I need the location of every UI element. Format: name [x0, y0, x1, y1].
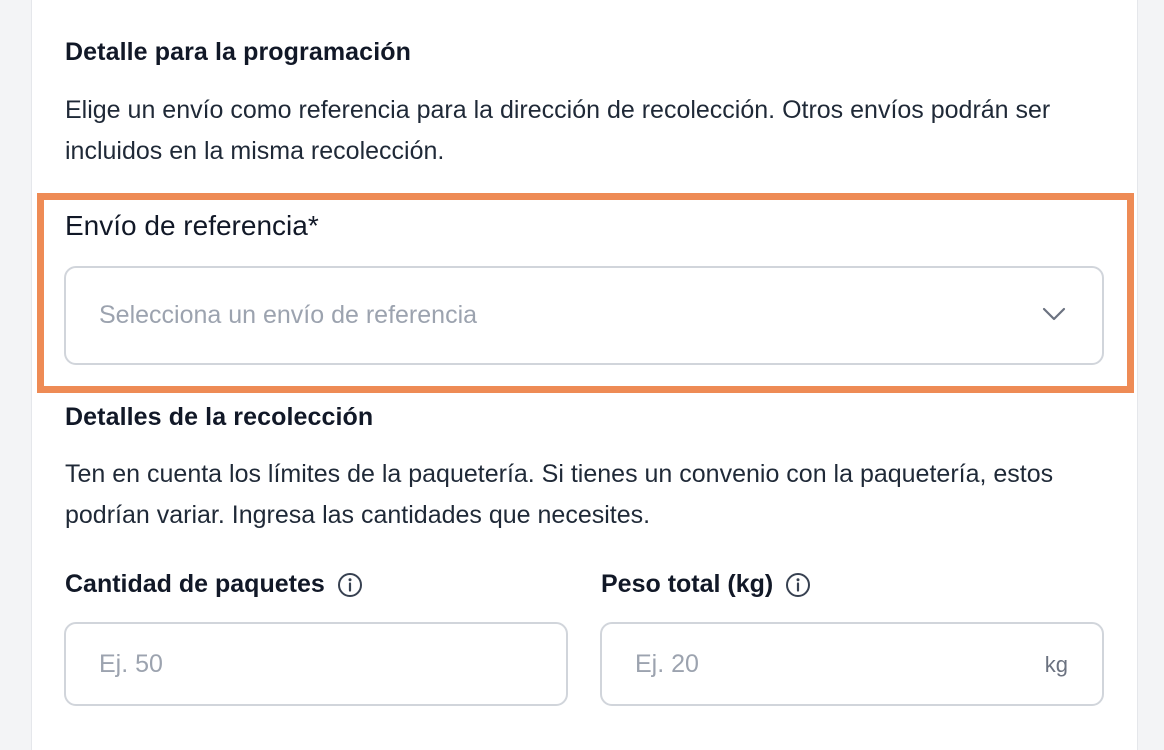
info-icon[interactable]	[785, 572, 811, 598]
total-weight-input[interactable]: Ej. 20 kg	[600, 622, 1104, 706]
package-count-input[interactable]: Ej. 50	[64, 622, 568, 706]
reference-shipment-select[interactable]: Selecciona un envío de referencia	[64, 266, 1104, 365]
total-weight-label: Peso total (kg)	[601, 570, 774, 598]
total-weight-label-row: Peso total (kg)	[601, 570, 811, 599]
package-count-label-row: Cantidad de paquetes	[65, 570, 363, 599]
info-icon[interactable]	[337, 572, 363, 598]
reference-shipment-label: Envío de referencia*	[65, 210, 319, 241]
package-count-label: Cantidad de paquetes	[65, 570, 325, 598]
schedule-section-description: Elige un envío como referencia para la d…	[65, 96, 1051, 165]
package-count-placeholder: Ej. 50	[99, 649, 163, 678]
chevron-down-icon	[1042, 307, 1066, 321]
weight-unit-suffix: kg	[1044, 652, 1068, 677]
reference-shipment-placeholder: Selecciona un envío de referencia	[99, 301, 478, 329]
pickup-section-title: Detalles de la recolección	[65, 403, 374, 431]
total-weight-placeholder: Ej. 20	[635, 649, 699, 678]
pickup-section-description: Ten en cuenta los límites de la paqueter…	[65, 460, 1054, 529]
schedule-section-title: Detalle para la programación	[65, 38, 411, 66]
